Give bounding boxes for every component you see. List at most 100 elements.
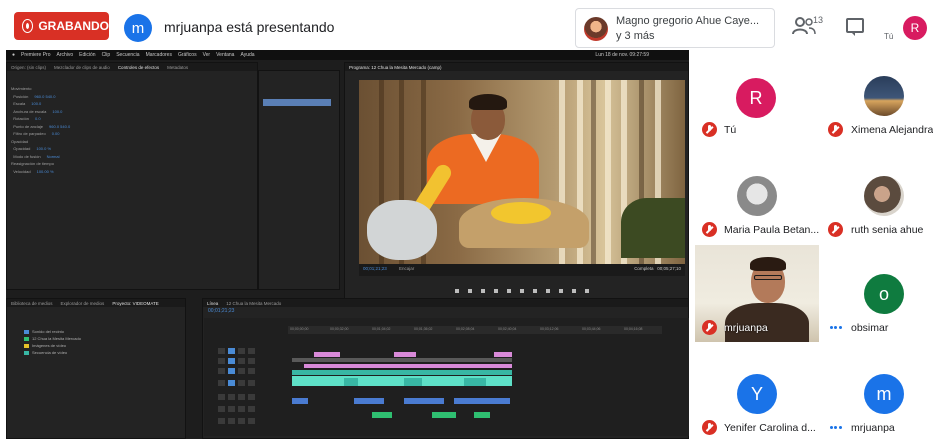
project-item[interactable]: Sonido del recinto (24, 328, 174, 335)
timeline-clip[interactable] (292, 370, 512, 375)
track-header[interactable] (218, 418, 280, 424)
timeline-clip[interactable] (432, 412, 456, 418)
tab-sequence: 12 Chua la Mesita Mercado (226, 300, 282, 306)
timeline-clip[interactable] (292, 358, 512, 362)
active-speaker-more: y 3 más (616, 30, 655, 42)
record-dot-icon (23, 20, 33, 32)
mini-clip[interactable] (263, 99, 331, 106)
ruler-label: 00;03;12;06 (540, 327, 559, 331)
timeline-tracks[interactable]: 00;00;00;00 00;00;32;00 00;01;04;02 00;0… (204, 318, 689, 436)
timeline-clip[interactable] (314, 352, 340, 357)
quality-dropdown[interactable]: Completa (634, 266, 653, 271)
ruler-label: 00;03;44;06 (582, 327, 601, 331)
timeline-clip[interactable] (404, 378, 422, 386)
lift-icon[interactable] (546, 289, 550, 293)
recording-label: GRABANDO (38, 19, 109, 33)
timeline-clip[interactable] (344, 378, 358, 386)
track-header[interactable] (218, 348, 280, 354)
timeline-ruler[interactable]: 00;00;00;00 00;00;32;00 00;01;04;02 00;0… (288, 326, 662, 334)
mic-off-icon (702, 122, 717, 137)
mark-out-icon[interactable] (468, 289, 472, 293)
active-speaker-card[interactable]: Magno gregorio Ahue Caye... y 3 más (575, 8, 775, 48)
fx-row: Punto de anclaje 960.0 540.0 (13, 123, 71, 129)
tab-media-library: Biblioteca de medios (11, 300, 53, 306)
shared-screen: ● Premiere Pro Archivo Edición Clip Secu… (6, 50, 689, 439)
timeline-clip[interactable] (404, 398, 444, 404)
timeline-clip[interactable] (292, 398, 308, 404)
go-to-in-icon[interactable] (481, 289, 485, 293)
menu-item: Archivo (56, 52, 74, 58)
menu-item: Premiere Pro (21, 52, 51, 58)
project-tabs: Biblioteca de medios Explorador de medio… (7, 299, 185, 307)
participant-avatar: o (864, 274, 904, 314)
menu-item: Clip (101, 52, 111, 58)
mark-in-icon[interactable] (455, 289, 459, 293)
meet-top-actions: 13 Tú R (776, 0, 933, 52)
mic-off-icon (702, 420, 717, 435)
timeline-clip[interactable] (394, 352, 416, 357)
ruler-label: 00;04;16;08 (624, 327, 643, 331)
self-avatar[interactable]: R (903, 16, 927, 40)
play-icon[interactable] (507, 289, 511, 293)
effect-controls-tabs: Origen: (sin clips) Mezclador de clips d… (7, 63, 257, 71)
program-video[interactable] (359, 80, 685, 264)
fx-row: Opacidad 100.0 % (13, 146, 52, 152)
program-monitor-tabs: Programa: 12 Chua la Mesita Mercado (cam… (345, 63, 688, 71)
participant-avatar: Y (737, 374, 777, 414)
glasses-icon (754, 275, 782, 280)
tab-metadata: Metadatos (167, 64, 189, 70)
track-header[interactable] (218, 358, 280, 364)
participant-name: ruth senia ahue (851, 224, 924, 236)
mini-timeline-panel (258, 70, 340, 290)
project-item[interactable]: 12 Chua la Mesita Mercado (24, 335, 174, 342)
project-item[interactable]: Secuencia de vídeo (24, 349, 174, 356)
fx-row: Movimiento (11, 86, 32, 92)
tab-program: Programa: 12 Chua la Mesita Mercado (cam… (349, 64, 442, 70)
fx-row: Opacidad (11, 138, 29, 144)
duration-timecode: 00;05;27;10 (657, 266, 681, 271)
menu-item: Gráficos (177, 52, 197, 58)
participant-avatar: R (736, 78, 776, 118)
track-header[interactable] (218, 380, 280, 386)
timeline-clip[interactable] (372, 412, 392, 418)
participant-avatar: m (864, 374, 904, 414)
menu-item: Secuencia (116, 52, 140, 58)
fx-row: Escala 100.0 (13, 101, 42, 107)
step-back-icon[interactable] (494, 289, 498, 293)
tab-audio-mixer: Mezclador de clips de audio (54, 64, 110, 70)
fx-row: Reasignación de tiempo (11, 161, 54, 167)
track-header[interactable] (218, 368, 280, 374)
step-forward-icon[interactable] (520, 289, 524, 293)
program-timecode[interactable]: 00;01;21;23 (363, 266, 387, 271)
fx-row: Velocidad 100.00 % (13, 168, 54, 174)
speaking-indicator-icon (828, 320, 843, 335)
mic-off-icon (828, 122, 843, 137)
recording-indicator[interactable]: GRABANDO (14, 12, 109, 40)
menu-item: Ayuda (240, 52, 255, 58)
timeline-clip[interactable] (464, 378, 486, 386)
participant-avatar (864, 76, 904, 116)
timeline-clip[interactable] (454, 398, 510, 404)
timeline-clip[interactable] (304, 364, 512, 368)
participant-name: Ximena Alejandra (851, 124, 933, 136)
add-button-icon[interactable] (585, 289, 589, 293)
mic-off-icon (702, 320, 717, 335)
active-speaker-avatar (584, 17, 608, 41)
track-header[interactable] (218, 394, 280, 400)
timeline-timecode[interactable]: 00;01;21;23 (208, 308, 234, 314)
project-item[interactable]: Imágenes de vídeo (24, 342, 174, 349)
fit-dropdown[interactable]: Encajar (399, 266, 414, 271)
system-clock: Lun 18 de nov. 09:27:59 (595, 52, 649, 58)
premiere-menubar: ● Premiere Pro Archivo Edición Clip Secu… (6, 50, 689, 60)
participant-name: Tú (724, 124, 737, 136)
chat-icon[interactable] (846, 18, 864, 36)
timeline-clip[interactable] (354, 398, 384, 404)
video-frame-image (359, 80, 685, 264)
track-header[interactable] (218, 406, 280, 412)
export-frame-icon[interactable] (572, 289, 576, 293)
timeline-clip[interactable] (494, 352, 512, 357)
mic-off-icon (828, 222, 843, 237)
extract-icon[interactable] (559, 289, 563, 293)
go-to-out-icon[interactable] (533, 289, 537, 293)
timeline-clip[interactable] (474, 412, 490, 418)
